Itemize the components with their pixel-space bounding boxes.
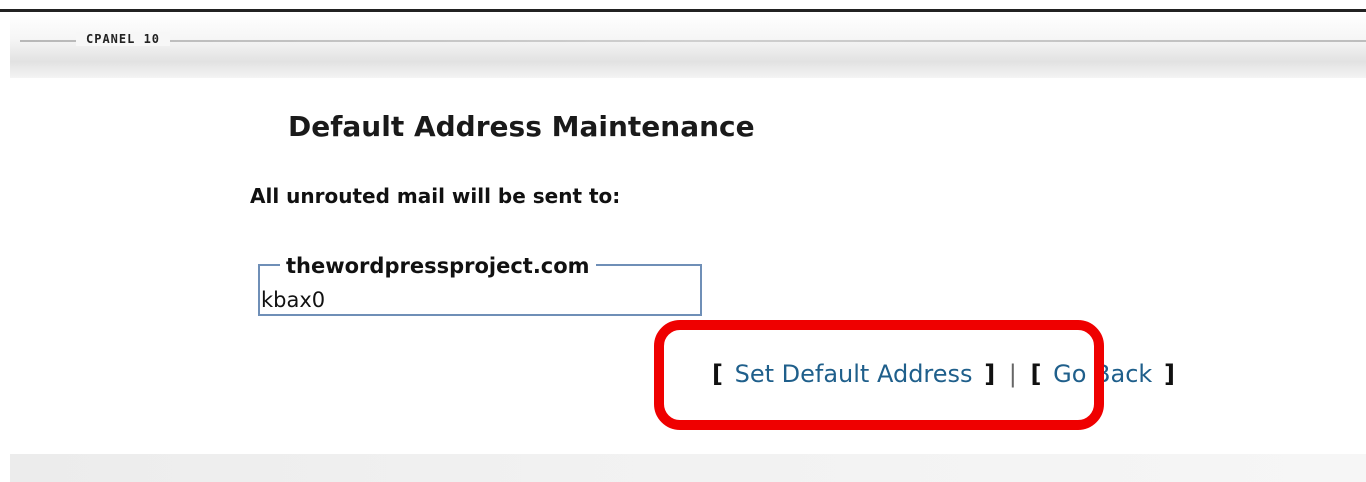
header-divider [20,40,1366,42]
header-bar [10,12,1366,78]
default-address-input[interactable] [260,286,701,314]
domain-legend: thewordpressproject.com [280,254,596,278]
page-title: Default Address Maintenance [288,110,755,143]
cpanel-logo: CPANEL 10 [76,32,171,46]
footer-bar [10,454,1366,482]
unrouted-mail-label: All unrouted mail will be sent to: [250,184,621,208]
default-address-fieldset: thewordpressproject.com [258,254,702,316]
red-highlight-annotation [654,320,1104,430]
close-bracket: ] [1163,360,1175,388]
